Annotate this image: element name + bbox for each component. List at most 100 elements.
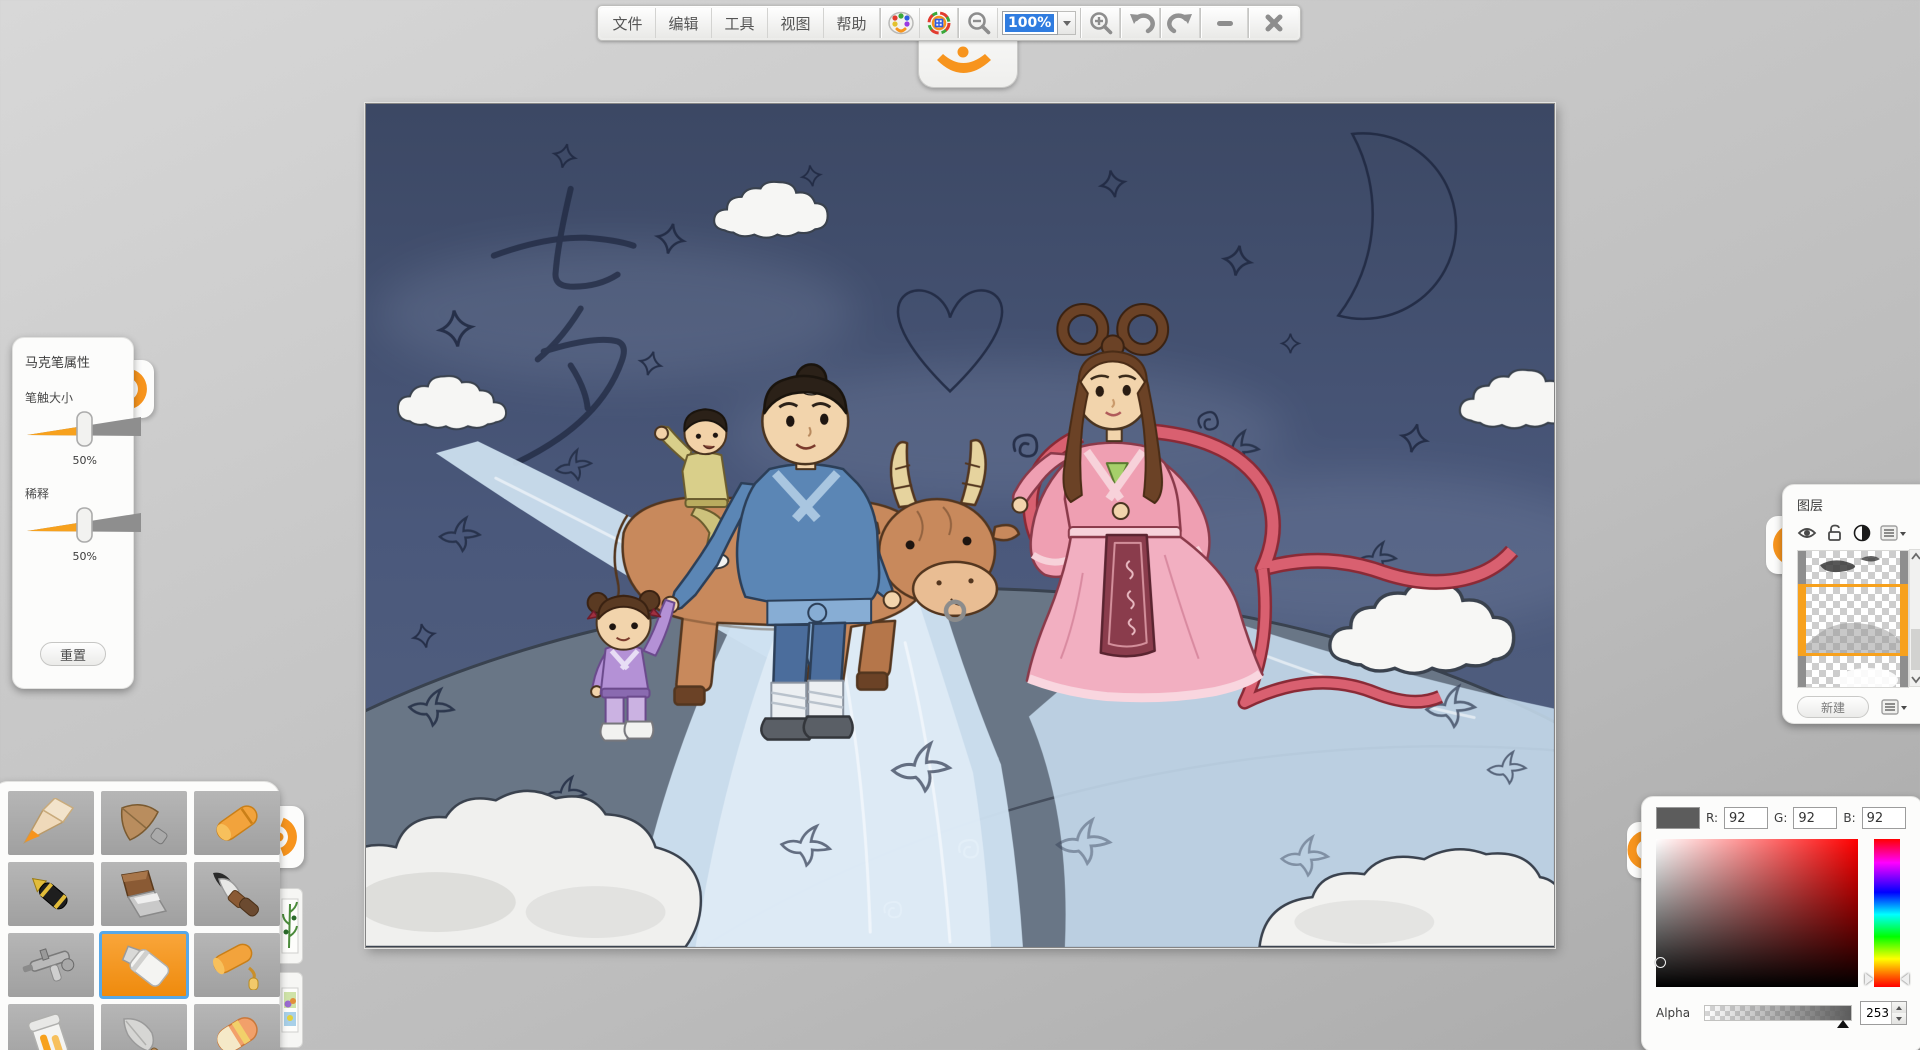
wooden-pen-icon [120, 804, 168, 845]
tool-grid [8, 791, 280, 1050]
drawing-canvas[interactable] [365, 103, 1555, 948]
chevron-up-icon [1896, 1005, 1902, 1010]
alpha-spinbox [1860, 1001, 1907, 1025]
red-input[interactable] [1724, 807, 1769, 829]
tool-paint-jar[interactable] [8, 1004, 94, 1050]
blend-list-icon[interactable] [1880, 524, 1906, 542]
zoom-dropdown-button[interactable] [1058, 11, 1076, 35]
bamboo-stencil-tab[interactable] [276, 888, 303, 964]
layers-panel-title: 图层 [1797, 499, 1824, 514]
blue-input[interactable] [1861, 807, 1906, 829]
visibility-eye-icon[interactable] [1797, 524, 1817, 542]
chevron-down-icon [1062, 20, 1071, 26]
slider-thumb[interactable] [76, 507, 93, 543]
layer-menu-icon[interactable] [1881, 698, 1907, 716]
brush-size-slider[interactable] [25, 410, 143, 448]
tool-palette-panel [0, 781, 280, 1050]
zoom-level-value: 100% [1005, 14, 1055, 32]
color-wheel-icon [927, 11, 950, 35]
zoom-out-icon [967, 12, 990, 35]
dilution-label: 稀释 [25, 487, 50, 501]
alpha-slider[interactable] [1704, 1005, 1852, 1028]
layer-edge-bar [1798, 656, 1806, 687]
hue-marker-right[interactable] [1901, 973, 1909, 985]
alpha-decrement-button[interactable] [1892, 1013, 1906, 1024]
color-wheel-button[interactable] [920, 8, 958, 38]
green-label: G: [1774, 811, 1788, 825]
tool-wooden-pen[interactable] [101, 791, 187, 855]
zoom-level-input[interactable]: 100% [1002, 11, 1058, 35]
tool-flat-brush[interactable] [101, 862, 187, 926]
crayon-icon [216, 805, 258, 841]
zoom-in-button[interactable] [1082, 8, 1120, 38]
scrollbar-thumb[interactable] [1911, 628, 1920, 670]
layer-row-background[interactable] [1798, 656, 1908, 687]
unlock-icon[interactable] [1826, 524, 1844, 542]
alpha-value-input[interactable] [1861, 1002, 1891, 1024]
tool-eraser[interactable] [194, 1004, 280, 1050]
opacity-contrast-icon[interactable] [1853, 524, 1871, 542]
tool-airbrush[interactable] [8, 933, 94, 997]
menu-help[interactable]: 帮助 [824, 8, 880, 38]
redo-button[interactable] [1162, 8, 1200, 38]
layer-list-scrollbar[interactable] [1909, 549, 1920, 687]
menu-tools[interactable]: 工具 [712, 8, 768, 38]
brush-size-label: 笔触大小 [25, 391, 74, 405]
paint-jar-icon [27, 1013, 69, 1050]
undo-button[interactable] [1122, 8, 1160, 38]
colored-pencil-icon [23, 798, 75, 844]
minimize-icon [1216, 21, 1233, 26]
alpha-label: Alpha [1656, 1006, 1691, 1020]
hue-bar[interactable] [1865, 839, 1909, 987]
dilution-slider[interactable] [25, 506, 143, 544]
layers-panel: 图层 新建 [1782, 484, 1920, 724]
bamboo-icon [281, 898, 298, 954]
minimize-button[interactable] [1202, 8, 1248, 38]
green-input[interactable] [1793, 807, 1838, 829]
tool-ink-brush[interactable] [194, 862, 280, 926]
red-label: R: [1706, 811, 1719, 825]
color-palette-icon [887, 11, 914, 35]
new-layer-button[interactable]: 新建 [1797, 696, 1869, 718]
scroll-down-icon[interactable] [1910, 674, 1920, 684]
zoom-in-icon [1089, 12, 1112, 35]
reset-button[interactable]: 重置 [40, 642, 106, 666]
sv-marker[interactable] [1655, 957, 1666, 968]
ink-brush-icon [213, 872, 259, 917]
fountain-pen-icon [31, 877, 68, 910]
tool-crayon[interactable] [194, 791, 280, 855]
layer-thumbnail-scribbles [1820, 556, 1880, 573]
menu-file[interactable]: 文件 [600, 8, 656, 38]
layer-edge-bar [1900, 551, 1908, 584]
stamps-tab[interactable] [276, 972, 303, 1048]
scroll-up-icon[interactable] [1910, 552, 1920, 562]
palette-knife-icon [123, 1018, 161, 1050]
close-icon [1265, 14, 1283, 32]
chevron-down-icon [1896, 1016, 1902, 1021]
tool-palette-knife[interactable] [101, 1004, 187, 1050]
tool-marker-selected[interactable] [99, 931, 189, 999]
brush-size-value: 50% [72, 454, 97, 467]
marker-panel-title: 马克笔属性 [25, 356, 91, 371]
alpha-marker[interactable] [1837, 1020, 1849, 1028]
hue-marker-left[interactable] [1865, 973, 1873, 985]
tool-paint-roller[interactable] [194, 933, 280, 997]
canvas-artwork [366, 104, 1554, 947]
tool-fountain-pen[interactable] [8, 862, 94, 926]
saturation-value-area[interactable] [1655, 839, 1858, 987]
zoom-out-button[interactable] [960, 8, 998, 38]
eraser-icon [216, 1017, 258, 1050]
layer-row-paint-selected[interactable] [1798, 584, 1908, 656]
slider-thumb[interactable] [76, 411, 93, 447]
menu-edit[interactable]: 编辑 [656, 8, 712, 38]
tool-colored-pencil[interactable] [8, 791, 94, 855]
layer-row-sketch[interactable] [1798, 551, 1908, 584]
redo-icon [1166, 13, 1192, 34]
color-palette-button[interactable] [882, 8, 920, 38]
menu-view[interactable]: 视图 [768, 8, 824, 38]
paint-roller-icon [212, 943, 259, 990]
dilution-value: 50% [72, 550, 97, 563]
close-button[interactable] [1250, 8, 1298, 38]
layer-edge-bar [1798, 551, 1806, 584]
alpha-increment-button[interactable] [1892, 1002, 1906, 1013]
